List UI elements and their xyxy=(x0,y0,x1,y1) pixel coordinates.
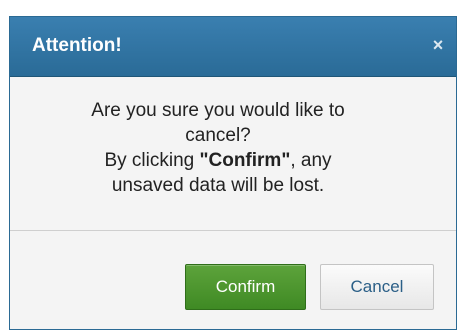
dialog-titlebar: Attention! × xyxy=(10,17,456,77)
confirm-cancel-dialog: Attention! × Are you sure you would like… xyxy=(9,16,457,330)
message-line-4: unsaved data will be lost. xyxy=(111,175,325,196)
message-line-1: Are you sure you would like to xyxy=(91,100,345,121)
message-line-3: By clicking "Confirm", any xyxy=(48,148,388,173)
confirm-button[interactable]: Confirm xyxy=(185,264,306,310)
message-line-3-emphasis: "Confirm" xyxy=(199,150,291,171)
close-icon[interactable]: × xyxy=(427,34,449,56)
dialog-title: Attention! xyxy=(32,35,122,56)
message-line-3-suffix: , any xyxy=(290,150,332,171)
dialog-body: Are you sure you would like to cancel? B… xyxy=(10,77,456,231)
dialog-footer: Confirm Cancel xyxy=(10,231,456,329)
message-line-3-prefix: By clicking xyxy=(104,150,200,171)
dialog-message: Are you sure you would like to cancel? B… xyxy=(48,98,388,198)
cancel-button[interactable]: Cancel xyxy=(320,264,434,310)
message-line-2: cancel? xyxy=(185,125,251,146)
